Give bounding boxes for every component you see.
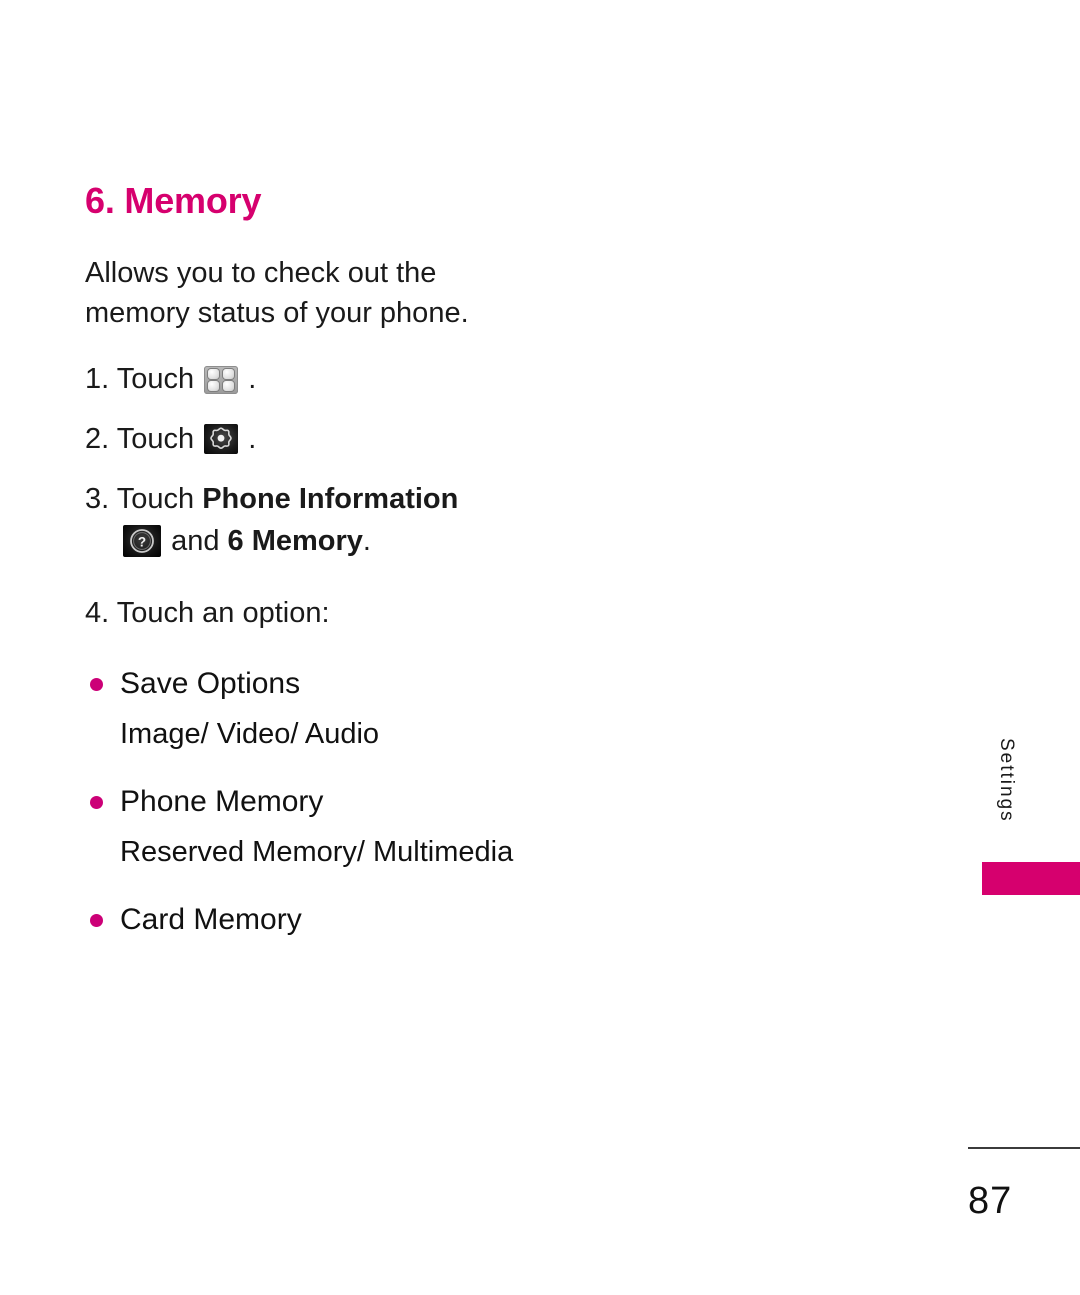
- option-label: Card Memory: [120, 903, 302, 936]
- step-2-trailing: .: [248, 423, 257, 455]
- svg-text:?: ?: [138, 534, 146, 549]
- option-detail: Image/ Video/ Audio: [120, 718, 380, 750]
- help-question-icon: ?: [123, 525, 161, 557]
- step-3-target-2: 6 Memory: [227, 525, 363, 557]
- step-2: 2. Touch .: [85, 419, 645, 459]
- manual-page: 6. Memory Allows you to check out the me…: [0, 0, 1080, 1295]
- bullet-icon: [90, 796, 103, 809]
- step-1-trailing: .: [248, 363, 257, 395]
- step-3-lead: Touch: [116, 483, 195, 515]
- option-label: Save Options: [120, 667, 301, 700]
- step-4: 4. Touch an option:: [85, 593, 645, 633]
- step-3-trailing: .: [362, 525, 371, 557]
- step-3: 3. Touch Phone Information ? and 6 Memor…: [85, 479, 645, 561]
- bullet-icon: [90, 678, 103, 691]
- step-4-lead: Touch an option:: [116, 597, 330, 629]
- option-label: Phone Memory: [120, 785, 324, 818]
- step-3-number: 3.: [85, 483, 110, 515]
- page-content: 6. Memory Allows you to check out the me…: [85, 183, 645, 941]
- list-item: Card Memory: [85, 899, 645, 941]
- step-3-target: Phone Information: [202, 483, 459, 515]
- step-1-number: 1.: [85, 363, 110, 395]
- page-number: 87: [968, 1180, 1013, 1222]
- footer-divider: [968, 1147, 1080, 1149]
- step-4-number: 4.: [85, 597, 110, 629]
- list-item: Save Options Image/ Video/ Audio: [85, 663, 645, 755]
- step-1-lead: Touch: [116, 363, 195, 395]
- chapter-tab-marker: [982, 862, 1080, 895]
- step-1: 1. Touch .: [85, 359, 645, 399]
- list-item: Phone Memory Reserved Memory/ Multimedia: [85, 781, 645, 873]
- page-title: 6. Memory: [85, 180, 262, 221]
- step-3-connector: and: [171, 525, 220, 557]
- step-3-line-2: ? and 6 Memory.: [85, 521, 645, 561]
- step-2-lead: Touch: [116, 423, 195, 455]
- bullet-icon: [90, 914, 103, 927]
- grid-menu-icon: [204, 366, 239, 394]
- chapter-tab-label: Settings: [996, 738, 1017, 823]
- settings-gear-icon: [204, 424, 239, 454]
- intro-paragraph: Allows you to check out the memory statu…: [85, 257, 469, 329]
- step-2-number: 2.: [85, 423, 110, 455]
- option-detail: Reserved Memory/ Multimedia: [120, 836, 514, 868]
- options-list: Save Options Image/ Video/ Audio Phone M…: [85, 663, 645, 941]
